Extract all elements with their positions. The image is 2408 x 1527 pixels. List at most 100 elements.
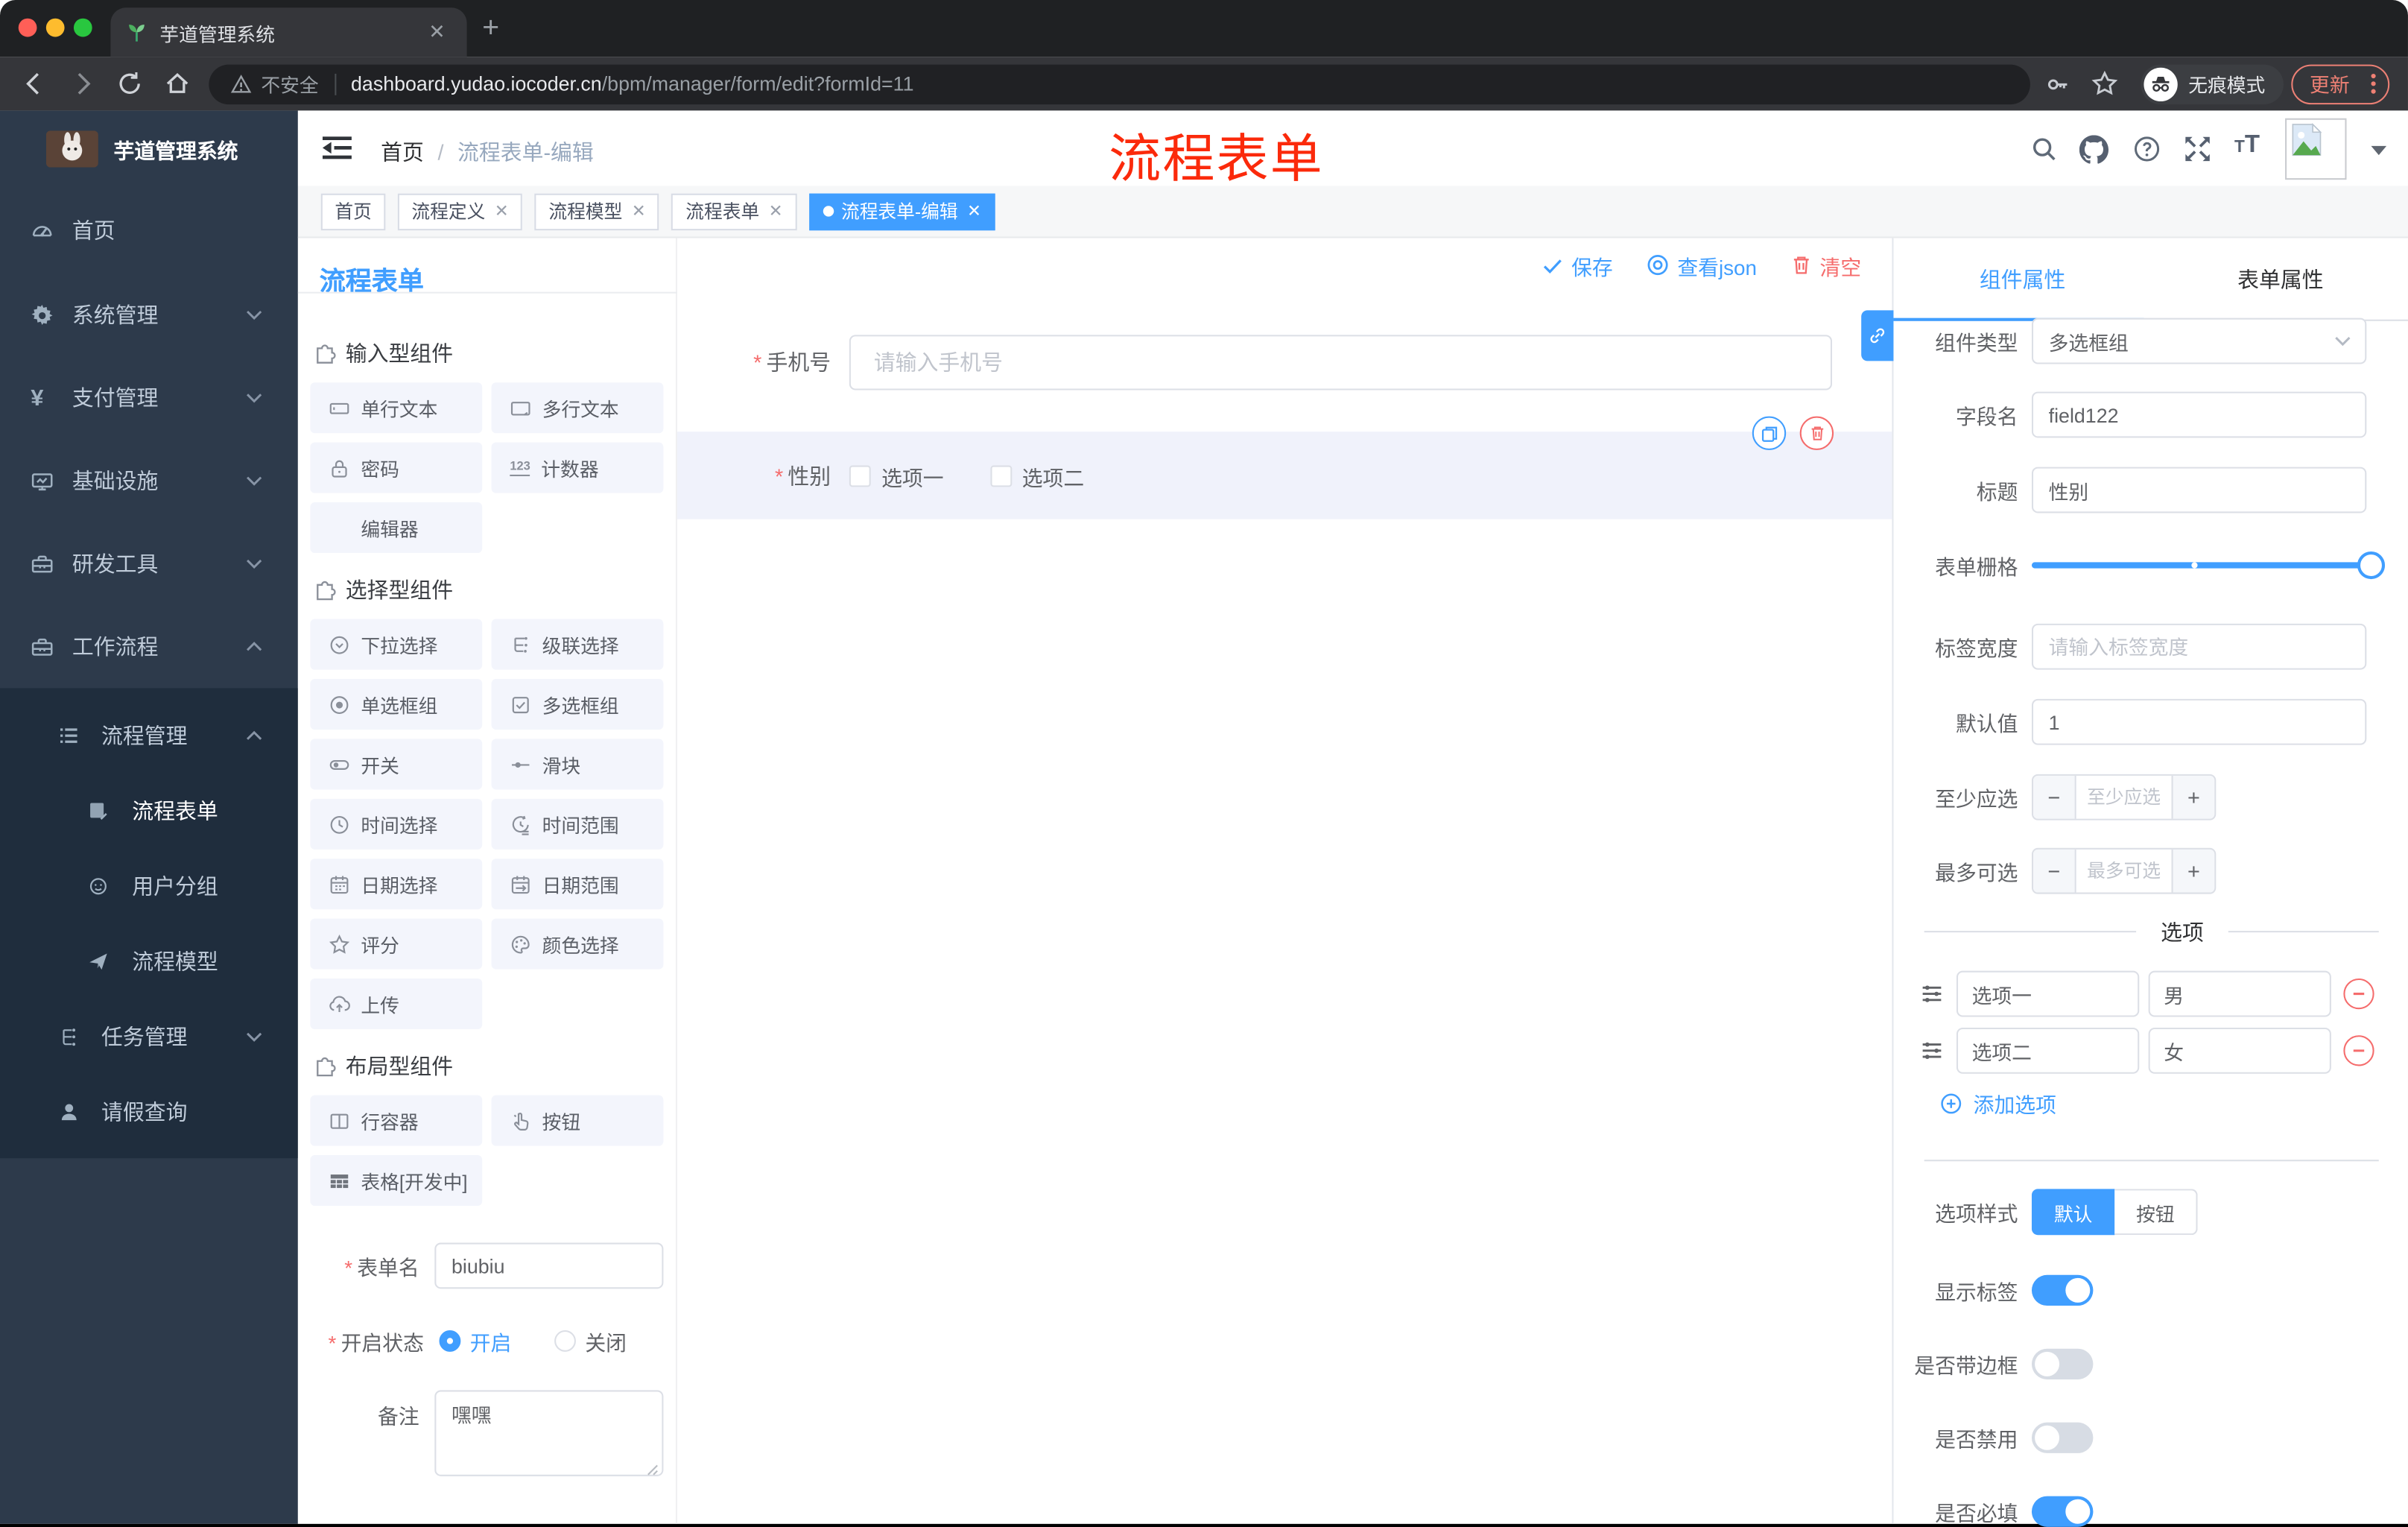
widget-copy-button[interactable] xyxy=(1752,416,1787,450)
palette-item-upload[interactable]: 上传 xyxy=(310,978,483,1030)
required-toggle[interactable] xyxy=(2031,1496,2094,1527)
panel-link-handle[interactable] xyxy=(1861,310,1894,361)
canvas-field-phone[interactable]: 手机号 xyxy=(677,335,1892,391)
palette-item-time-range[interactable]: 时间范围 xyxy=(491,798,664,850)
canvas-field-gender-selected[interactable]: 性别 选项一 选项二 xyxy=(677,431,1892,519)
add-option-button[interactable]: 添加选项 xyxy=(1939,1087,2056,1118)
disabled-toggle[interactable] xyxy=(2031,1422,2094,1453)
remove-option-button[interactable] xyxy=(2343,978,2374,1010)
sidebar-item-payment[interactable]: ¥ 支付管理 xyxy=(0,356,298,439)
back-icon[interactable] xyxy=(22,71,48,97)
sidebar-item-process-model[interactable]: 流程模型 xyxy=(0,923,298,999)
palette-item-radio-group[interactable]: 单选框组 xyxy=(310,679,483,730)
bookmark-star-icon[interactable] xyxy=(2091,70,2118,97)
incognito-badge[interactable]: 无痕模式 xyxy=(2141,63,2284,104)
palette-item-textarea[interactable]: 多行文本 xyxy=(491,382,664,434)
sidebar-item-user-group[interactable]: 用户分组 xyxy=(0,848,298,923)
title-input[interactable] xyxy=(2031,467,2367,513)
show-label-toggle[interactable] xyxy=(2031,1274,2094,1306)
breadcrumb-home[interactable]: 首页 xyxy=(381,136,424,167)
stepper-minus-button[interactable]: − xyxy=(2033,849,2076,893)
palette-item-counter[interactable]: 123 计数器 xyxy=(491,442,664,493)
home-icon[interactable] xyxy=(165,71,191,97)
form-grid-slider[interactable] xyxy=(2031,550,2386,581)
palette-item-checkbox-group[interactable]: 多选框组 xyxy=(491,679,664,730)
macos-zoom-button[interactable] xyxy=(73,18,92,37)
border-toggle[interactable] xyxy=(2031,1348,2094,1379)
form-name-input[interactable] xyxy=(434,1242,664,1289)
password-key-icon[interactable] xyxy=(2046,72,2070,97)
drag-handle-icon[interactable] xyxy=(1920,1038,1945,1063)
tag-close-icon[interactable]: ✕ xyxy=(769,201,783,221)
tag-process-model[interactable]: 流程模型 ✕ xyxy=(534,192,660,230)
palette-item-rate[interactable]: 评分 xyxy=(310,918,483,970)
avatar[interactable] xyxy=(2285,118,2347,180)
palette-item-select[interactable]: 下拉选择 xyxy=(310,619,483,670)
label-width-input[interactable] xyxy=(2031,623,2367,670)
view-json-button[interactable]: 查看json xyxy=(1647,250,1757,280)
option-value-input[interactable] xyxy=(2148,1027,2331,1074)
sidebar-item-process-form[interactable]: 流程表单 xyxy=(0,773,298,848)
sidebar-item-infra[interactable]: 基础设施 xyxy=(0,440,298,522)
drag-handle-icon[interactable] xyxy=(1920,981,1945,1006)
slider-thumb[interactable] xyxy=(2357,551,2386,580)
macos-minimize-button[interactable] xyxy=(45,18,65,37)
style-button-button[interactable]: 按钮 xyxy=(2114,1189,2198,1236)
fullscreen-icon[interactable] xyxy=(2184,135,2211,162)
stepper-plus-button[interactable]: + xyxy=(2171,775,2215,819)
sidebar-item-workflow[interactable]: 工作流程 xyxy=(0,605,298,688)
min-select-input[interactable] xyxy=(2076,775,2172,819)
tag-process-form-edit[interactable]: 流程表单-编辑 ✕ xyxy=(808,192,995,230)
status-radio-off[interactable]: 关闭 xyxy=(554,1326,627,1356)
component-type-select[interactable]: 多选框组 xyxy=(2031,317,2367,364)
phone-field-input[interactable] xyxy=(849,335,1833,391)
tag-process-definition[interactable]: 流程定义 ✕ xyxy=(397,192,523,230)
chrome-menu-icon[interactable] xyxy=(2371,73,2376,94)
sidebar-logo[interactable]: 芋道管理系统 xyxy=(0,110,298,187)
gender-option-2[interactable]: 选项二 xyxy=(989,460,1084,490)
chrome-update-button[interactable]: 更新 xyxy=(2291,63,2390,104)
font-size-icon[interactable]: TT xyxy=(2234,132,2260,159)
browser-tab[interactable]: 芋道管理系统 ✕ xyxy=(110,7,467,57)
form-remark-textarea[interactable]: 嘿嘿 xyxy=(434,1390,664,1476)
palette-item-table[interactable]: 表格[开发中] xyxy=(310,1155,483,1207)
palette-item-color-picker[interactable]: 颜色选择 xyxy=(491,918,664,970)
default-value-input[interactable] xyxy=(2031,698,2367,745)
palette-item-row-container[interactable]: 行容器 xyxy=(310,1095,483,1146)
menu-fold-icon[interactable] xyxy=(322,135,352,161)
sidebar-item-leave-query[interactable]: 请假查询 xyxy=(0,1074,298,1149)
status-radio-on[interactable]: 开启 xyxy=(439,1326,511,1356)
field-name-input[interactable] xyxy=(2031,391,2367,438)
save-button[interactable]: 保存 xyxy=(1542,250,1613,280)
gender-option-1[interactable]: 选项一 xyxy=(849,460,944,490)
palette-item-switch[interactable]: 开关 xyxy=(310,739,483,790)
forward-icon[interactable] xyxy=(69,71,95,97)
new-tab-button[interactable]: + xyxy=(482,12,499,45)
palette-item-date-picker[interactable]: 日期选择 xyxy=(310,859,483,910)
tag-close-icon[interactable]: ✕ xyxy=(967,201,981,221)
sidebar-item-task-mgmt[interactable]: 任务管理 xyxy=(0,999,298,1074)
github-icon[interactable] xyxy=(2079,135,2109,164)
palette-item-time-picker[interactable]: 时间选择 xyxy=(310,798,483,850)
tag-home[interactable]: 首页 xyxy=(320,192,386,230)
sidebar-item-process-mgmt[interactable]: 流程管理 xyxy=(0,698,298,773)
macos-close-button[interactable] xyxy=(18,18,37,37)
resize-handle-icon[interactable] xyxy=(647,1464,659,1476)
stepper-minus-button[interactable]: − xyxy=(2033,775,2076,819)
tab-component-props[interactable]: 组件属性 xyxy=(1893,238,2151,320)
avatar-caret-icon[interactable] xyxy=(2371,145,2387,156)
remove-option-button[interactable] xyxy=(2343,1035,2374,1066)
palette-item-cascader[interactable]: 级联选择 xyxy=(491,619,664,670)
palette-item-button[interactable]: 按钮 xyxy=(491,1095,664,1146)
palette-item-editor[interactable]: 编辑器 xyxy=(310,502,483,554)
sidebar-item-system[interactable]: 系统管理 xyxy=(0,274,298,356)
palette-item-password[interactable]: 密码 xyxy=(310,442,483,493)
option-label-input[interactable] xyxy=(1956,1027,2140,1074)
palette-item-date-range[interactable]: 日期范围 xyxy=(491,859,664,910)
slider-track[interactable] xyxy=(2031,562,2373,569)
tag-close-icon[interactable]: ✕ xyxy=(632,201,646,221)
reload-icon[interactable] xyxy=(117,71,143,97)
stepper-plus-button[interactable]: + xyxy=(2171,849,2215,893)
tag-process-form[interactable]: 流程表单 ✕ xyxy=(671,192,797,230)
style-default-button[interactable]: 默认 xyxy=(2031,1189,2115,1236)
